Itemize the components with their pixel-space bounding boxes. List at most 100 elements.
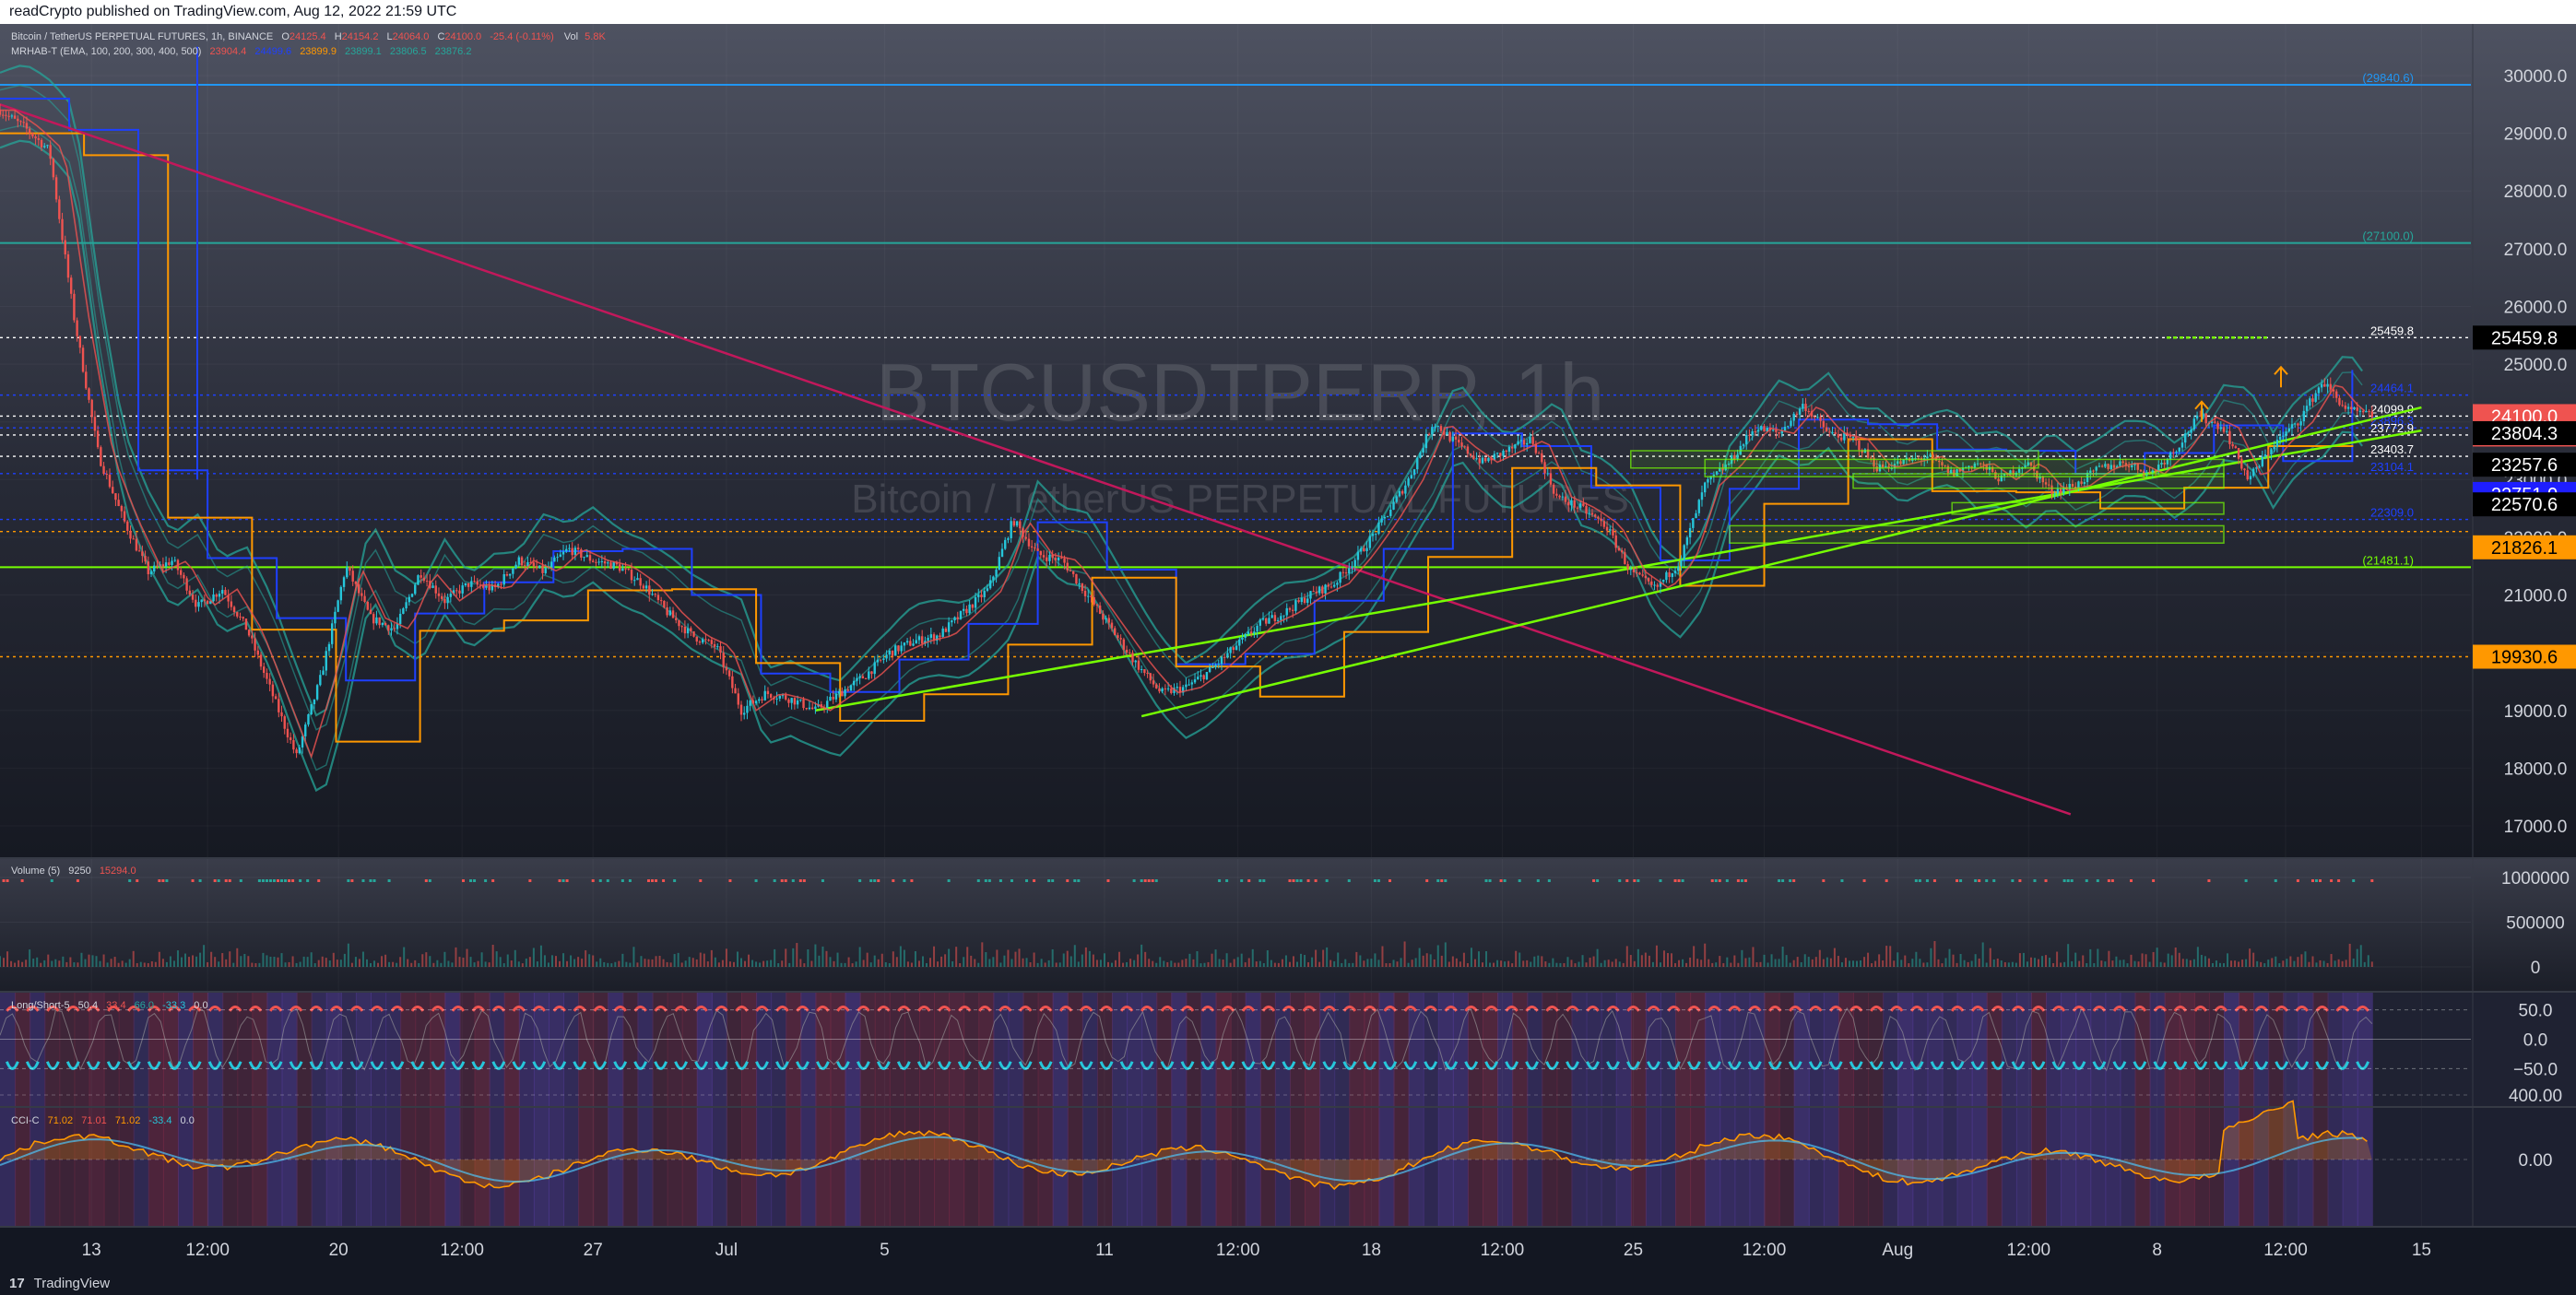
candle-body — [1258, 619, 1261, 626]
cci-tick-1[interactable]: 0.00 — [2519, 1151, 2553, 1171]
price-tick-11[interactable]: 19000.0 — [2504, 702, 2568, 722]
time-tick-4[interactable]: 27 — [584, 1241, 603, 1260]
volume-bar — [785, 948, 787, 967]
volume-bar — [381, 956, 384, 967]
volume-bar — [1073, 945, 1076, 967]
volume-bar — [1937, 959, 1940, 967]
time-tick-9[interactable]: 18 — [1362, 1241, 1381, 1260]
volume-bar — [392, 961, 395, 967]
price-tick-4[interactable]: 26000.0 — [2504, 298, 2568, 317]
time-tick-17[interactable]: 15 — [2412, 1241, 2431, 1260]
time-tick-12[interactable]: 12:00 — [1743, 1241, 1787, 1260]
time-tick-5[interactable]: Jul — [715, 1241, 738, 1260]
time-tick-0[interactable]: 13 — [82, 1241, 101, 1260]
volume-bar — [1429, 954, 1432, 967]
time-tick-16[interactable]: 12:00 — [2263, 1241, 2308, 1260]
candle-body — [307, 714, 310, 725]
candle-body — [1582, 503, 1585, 506]
candle-body — [1395, 496, 1398, 502]
osc-bg-band — [2312, 992, 2329, 1227]
volume-tick-0[interactable]: 1000000 — [2501, 869, 2570, 889]
candle-body — [1561, 496, 1565, 498]
time-tick-11[interactable]: 25 — [1624, 1241, 1643, 1260]
volume-bar — [803, 963, 806, 967]
price-tick-9[interactable]: 21000.0 — [2504, 587, 2568, 606]
volume-bar — [458, 957, 461, 967]
volume-marker — [198, 879, 202, 882]
time-tick-6[interactable]: 5 — [880, 1241, 890, 1260]
volume-bar — [2267, 959, 2270, 967]
candle-body — [1614, 535, 1617, 548]
time-tick-10[interactable]: 12:00 — [1481, 1241, 1525, 1260]
volume-bar — [1800, 962, 1802, 967]
candle-body — [268, 678, 271, 685]
price-tick-12[interactable]: 18000.0 — [2504, 759, 2568, 779]
chart-canvas[interactable]: BTCUSDTPERP, 1h Bitcoin / TetherUS PERPE… — [0, 24, 2576, 1272]
candle-body — [1677, 566, 1680, 571]
candle-body — [168, 562, 171, 565]
volume-bar — [1792, 959, 1795, 967]
price-tick-2[interactable]: 28000.0 — [2504, 182, 2568, 202]
candle-body — [639, 578, 642, 586]
candle-body — [1463, 446, 1466, 448]
candle-body — [224, 590, 227, 595]
candle-body — [644, 585, 648, 589]
candle-body — [1458, 439, 1460, 443]
osc-bg-band — [934, 992, 951, 1227]
price-tick-0[interactable]: 30000.0 — [2504, 67, 2568, 87]
candle-body — [120, 505, 124, 512]
volume-marker — [224, 879, 228, 882]
osc-bg-band — [889, 992, 905, 1227]
volume-tick-2[interactable]: 0 — [2531, 959, 2541, 978]
cci-value-3: -33.4 — [148, 1115, 171, 1126]
volume-bar — [1385, 963, 1388, 967]
candle-body — [692, 630, 695, 637]
candle-body — [1365, 547, 1368, 552]
candle-body — [1024, 536, 1027, 539]
candle-body — [829, 696, 832, 701]
candle-body — [1590, 512, 1594, 515]
osc-bg-band — [1942, 992, 1958, 1227]
volume-marker — [1618, 879, 1622, 882]
volume-bar — [640, 956, 643, 967]
volume-bar — [1904, 955, 1907, 967]
volume-marker — [1484, 879, 1488, 882]
volume-bar — [1222, 959, 1224, 967]
cci-tick-0[interactable]: 400.00 — [2509, 1087, 2562, 1106]
osc-bg-band — [1245, 992, 1261, 1227]
volume-bar — [1840, 962, 1843, 967]
candle-body — [310, 704, 313, 715]
volume-bar — [1622, 962, 1625, 967]
time-tick-13[interactable]: Aug — [1882, 1241, 1913, 1260]
price-tick-5[interactable]: 25000.0 — [2504, 356, 2568, 375]
oscillator-tick-1[interactable]: 0.0 — [2523, 1031, 2547, 1051]
oscillator-tick-0[interactable]: 50.0 — [2519, 1002, 2553, 1021]
oscillator-tick-2[interactable]: −50.0 — [2513, 1060, 2558, 1079]
time-tick-7[interactable]: 11 — [1095, 1241, 1114, 1260]
volume-bar — [677, 952, 679, 967]
volume-bar — [1440, 955, 1443, 967]
price-tick-13[interactable]: 17000.0 — [2504, 818, 2568, 837]
candle-body — [1632, 569, 1636, 572]
osc-bg-band — [1956, 992, 1973, 1227]
candle-body — [485, 585, 488, 588]
time-tick-14[interactable]: 12:00 — [2007, 1241, 2051, 1260]
time-tick-1[interactable]: 12:00 — [185, 1241, 230, 1260]
volume-bar — [299, 961, 301, 967]
candle-body — [1683, 545, 1685, 560]
candle-body — [1060, 557, 1063, 559]
volume-bar — [1822, 959, 1825, 967]
time-tick-8[interactable]: 12:00 — [1216, 1241, 1260, 1260]
time-tick-15[interactable]: 8 — [2152, 1241, 2162, 1260]
volume-bar — [1233, 959, 1235, 967]
candle-body — [846, 689, 849, 691]
osc-bg-band — [1660, 992, 1677, 1227]
candle-body — [583, 557, 585, 559]
volume-tick-1[interactable]: 500000 — [2506, 914, 2564, 934]
osc-bg-band — [1289, 992, 1306, 1227]
time-tick-2[interactable]: 20 — [329, 1241, 349, 1260]
price-tick-1[interactable]: 29000.0 — [2504, 125, 2568, 145]
time-tick-3[interactable]: 12:00 — [440, 1241, 484, 1260]
price-tick-3[interactable]: 27000.0 — [2504, 241, 2568, 260]
volume-bar — [2234, 960, 2237, 967]
